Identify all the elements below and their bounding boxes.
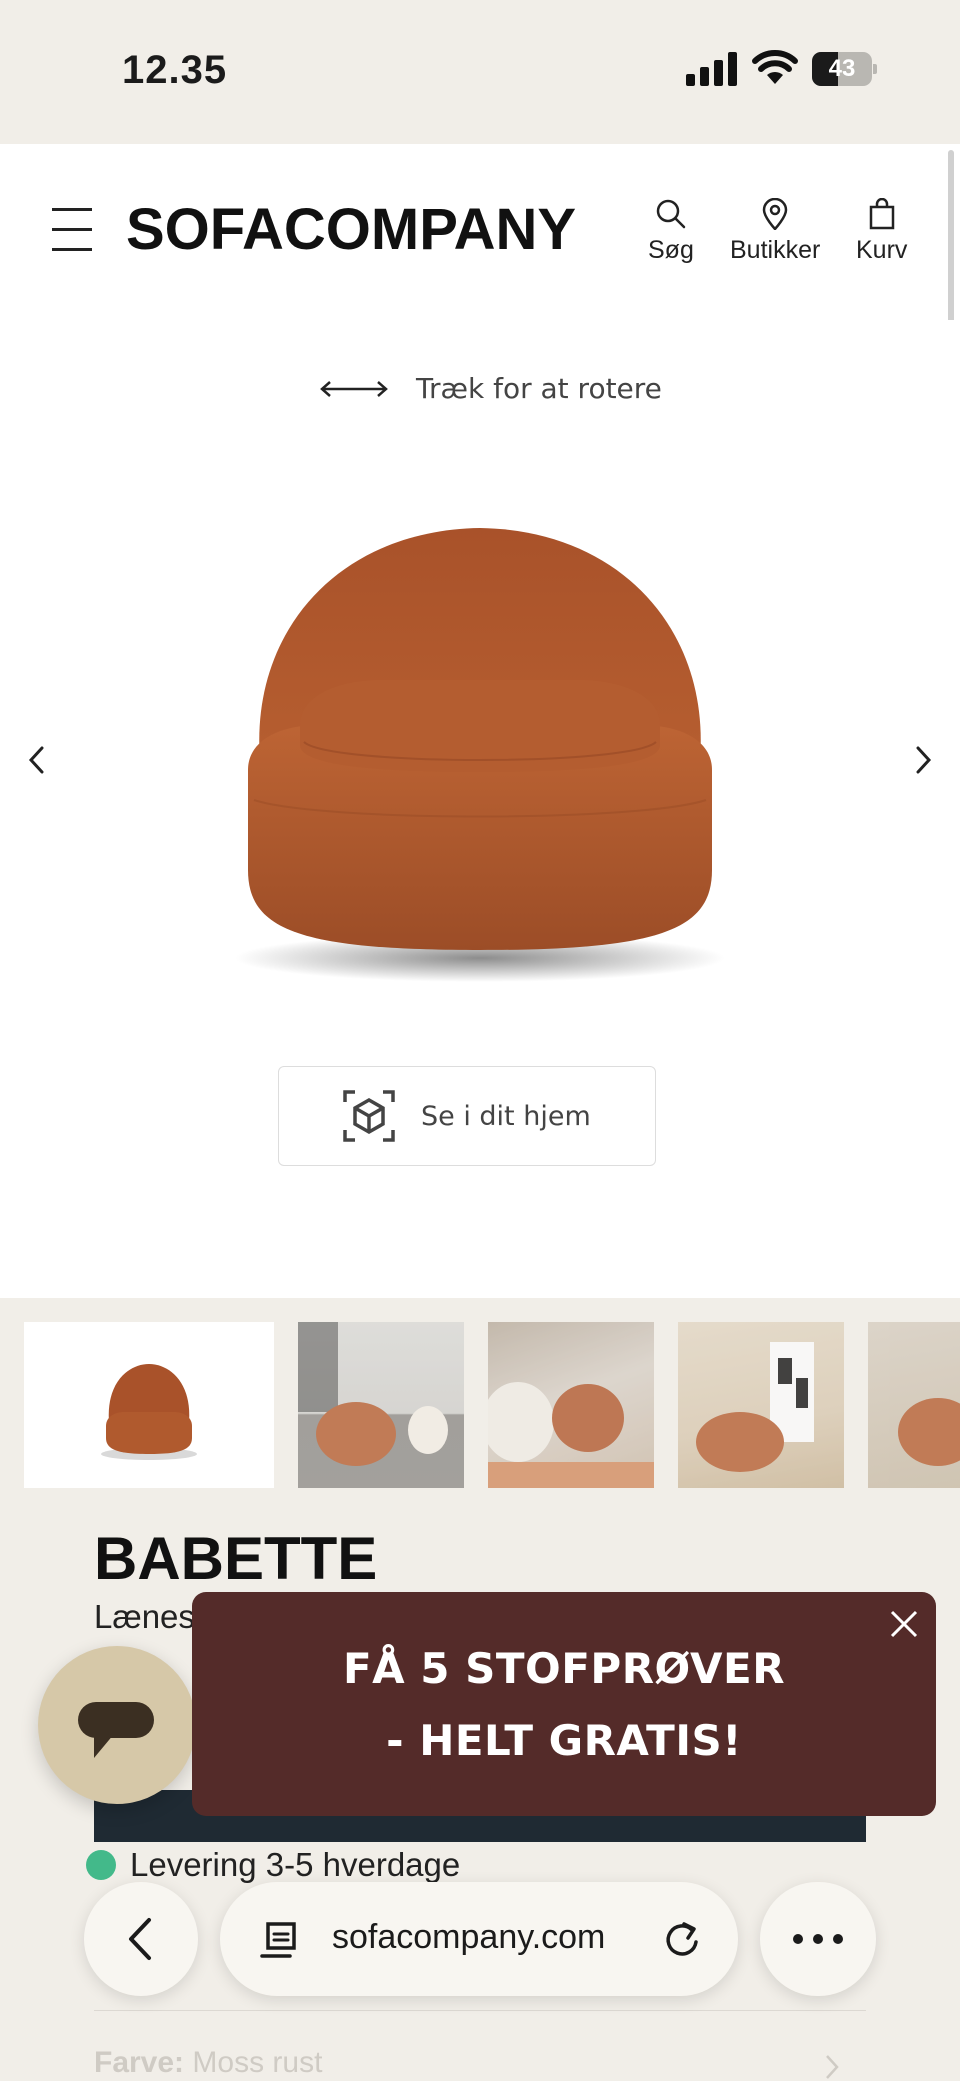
wifi-icon bbox=[752, 50, 798, 84]
delivery-status: Levering 3-5 hverdage bbox=[86, 1846, 460, 1884]
search-label: Søg bbox=[648, 236, 694, 264]
color-selector[interactable]: Farve: Moss rust bbox=[94, 2046, 322, 2080]
thumbnail-image[interactable] bbox=[24, 1322, 274, 1488]
color-label: Farve: bbox=[94, 2046, 185, 2079]
rotate-hint-text: Træk for at rotere bbox=[416, 372, 662, 405]
product-3d-viewer[interactable]: Træk for at rotere Se i dit hjem bbox=[0, 320, 960, 1298]
more-dots-icon bbox=[793, 1934, 843, 1944]
promo-line-2: - HELT GRATIS! bbox=[386, 1716, 742, 1765]
battery-level: 43 bbox=[828, 55, 856, 82]
thumbnail-image[interactable] bbox=[868, 1322, 960, 1488]
search-icon bbox=[656, 199, 686, 229]
stores-label: Butikker bbox=[730, 236, 821, 264]
thumbnail-image[interactable] bbox=[488, 1322, 654, 1488]
search-button[interactable]: Søg bbox=[648, 198, 694, 265]
chevron-left-icon[interactable] bbox=[22, 740, 52, 780]
location-pin-icon bbox=[762, 198, 788, 230]
reload-icon[interactable] bbox=[662, 1918, 702, 1960]
see-in-home-label: Se i dit hjem bbox=[421, 1100, 591, 1132]
hamburger-menu-icon[interactable] bbox=[52, 208, 94, 252]
stores-button[interactable]: Butikker bbox=[730, 198, 820, 265]
product-title: BABETTE bbox=[94, 1525, 378, 1592]
double-arrow-icon bbox=[320, 380, 388, 397]
battery-icon: 43 bbox=[812, 52, 877, 86]
site-logo[interactable]: SOFACOMPANY bbox=[126, 196, 576, 263]
color-value: Moss rust bbox=[192, 2046, 323, 2079]
site-header: SOFACOMPANY Søg Butikker Kurv bbox=[0, 144, 960, 320]
divider bbox=[94, 2010, 866, 2011]
product-subtitle: Lænes bbox=[94, 1598, 195, 1635]
rotate-hint: Træk for at rotere bbox=[318, 372, 662, 405]
tabs-icon bbox=[260, 1922, 296, 1958]
ar-cube-icon bbox=[343, 1090, 395, 1142]
cellular-signal-icon bbox=[686, 52, 737, 86]
cart-label: Kurv bbox=[856, 236, 908, 264]
thumbnail-strip[interactable] bbox=[0, 1298, 960, 1518]
url-text: sofacompany.com bbox=[332, 1918, 606, 1956]
close-icon[interactable] bbox=[886, 1606, 922, 1642]
address-bar[interactable]: sofacompany.com bbox=[220, 1882, 738, 1996]
browser-back-button[interactable] bbox=[84, 1882, 198, 1996]
chevron-right-icon[interactable] bbox=[908, 740, 938, 780]
delivery-status-dot bbox=[86, 1850, 116, 1880]
promo-line-1: FÅ 5 STOFPRØVER bbox=[342, 1644, 786, 1693]
status-bar: 12.35 43 bbox=[0, 0, 960, 144]
chevron-left-icon bbox=[129, 1918, 151, 1960]
shopping-bag-icon bbox=[869, 198, 894, 230]
status-time: 12.35 bbox=[122, 48, 228, 92]
chevron-right-icon[interactable] bbox=[822, 2052, 842, 2081]
see-in-home-button[interactable]: Se i dit hjem bbox=[278, 1066, 656, 1166]
product-image-chair bbox=[235, 528, 725, 982]
delivery-text: Levering 3-5 hverdage bbox=[130, 1846, 461, 1883]
thumbnail-image[interactable] bbox=[678, 1322, 844, 1488]
promo-popup[interactable]: FÅ 5 STOFPRØVER - HELT GRATIS! bbox=[192, 1592, 936, 1816]
cart-button[interactable]: Kurv bbox=[856, 198, 907, 265]
thumbnail-image[interactable] bbox=[298, 1322, 464, 1488]
chat-bubble-icon bbox=[78, 1702, 154, 1758]
browser-more-button[interactable] bbox=[760, 1882, 876, 1996]
chat-button[interactable] bbox=[38, 1646, 196, 1804]
